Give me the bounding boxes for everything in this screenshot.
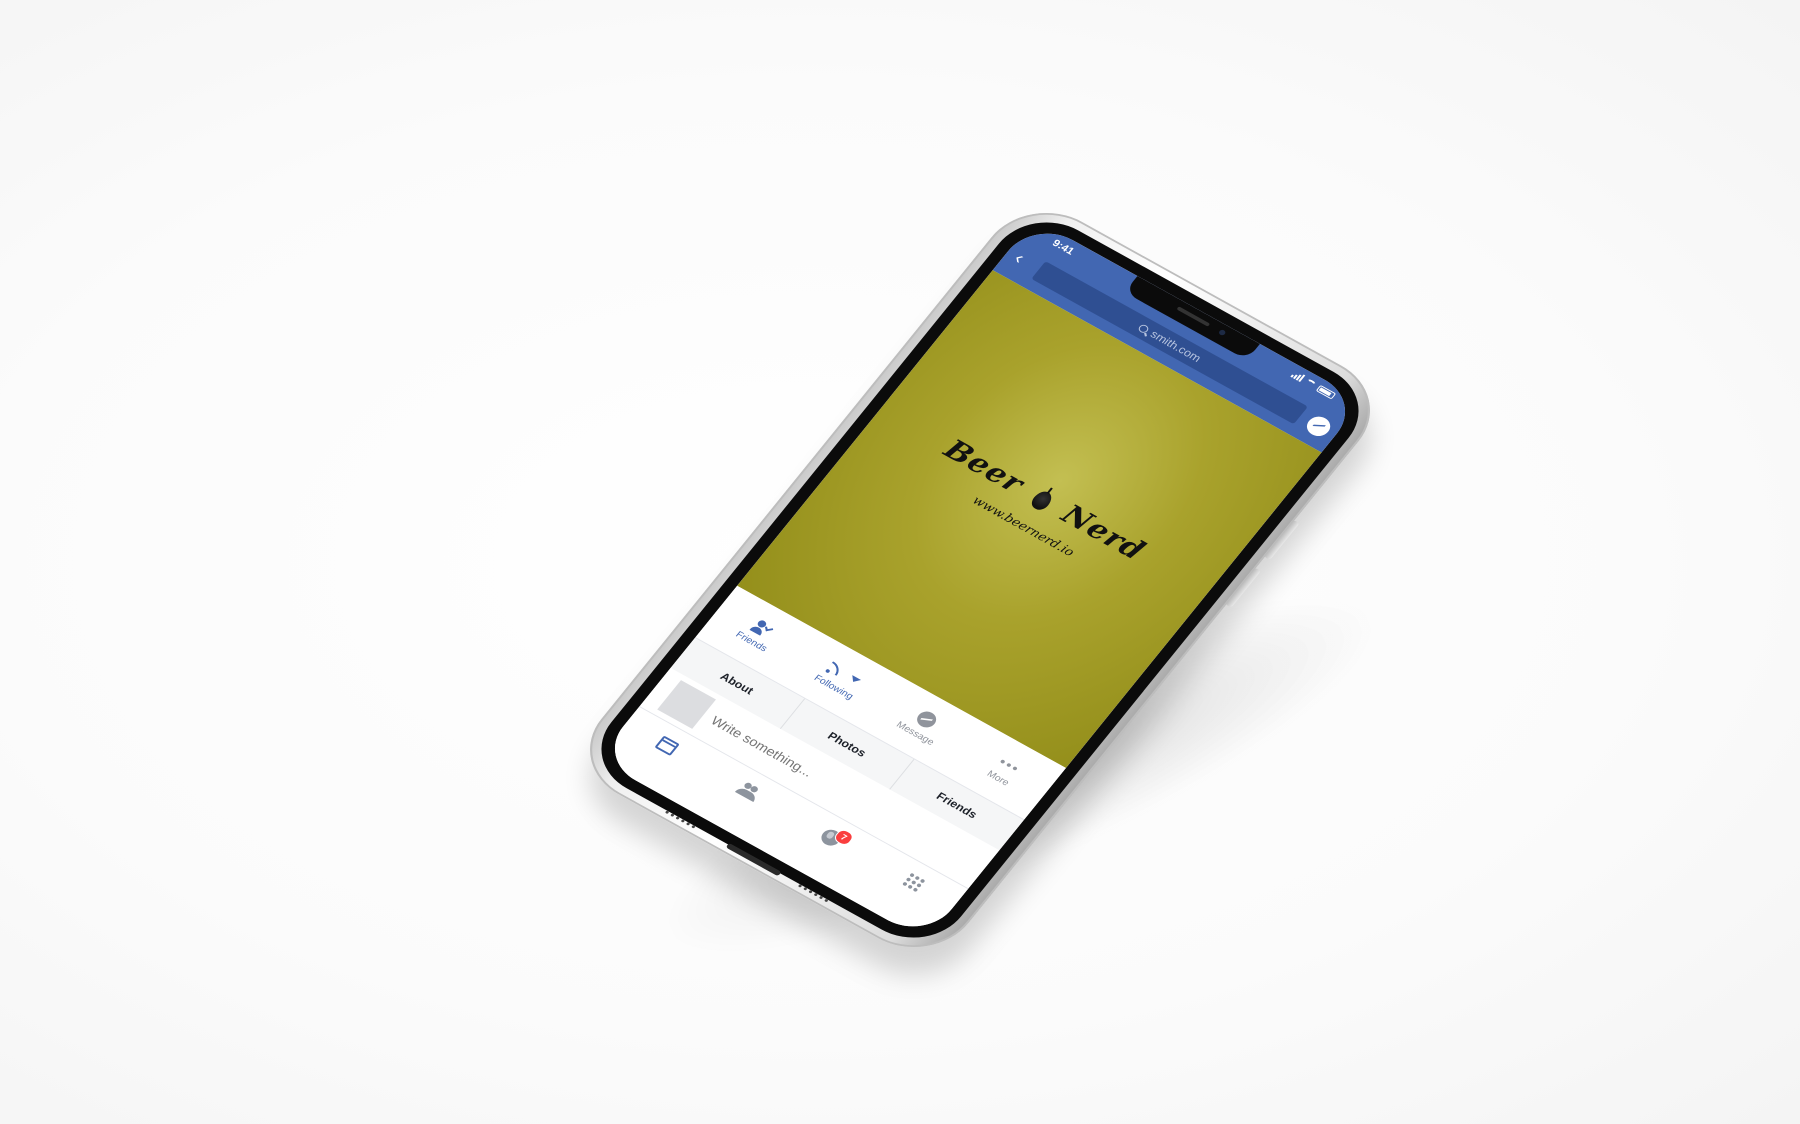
caret-down-icon (848, 675, 862, 685)
chevron-left-icon: ‹ (1009, 248, 1029, 268)
friends-check-icon (750, 618, 775, 638)
brand-logo: Beer Nerd (870, 396, 1220, 604)
messenger-icon (913, 708, 940, 731)
messenger-icon (1311, 424, 1327, 429)
hop-icon (1028, 488, 1056, 513)
wifi-icon (1304, 378, 1317, 389)
search-placeholder: smith.com (1147, 327, 1204, 365)
messenger-button[interactable] (1302, 412, 1335, 440)
cellular-signal-icon (1290, 370, 1306, 383)
nav-friends[interactable] (722, 776, 771, 813)
nav-notifications[interactable]: 7 (805, 821, 856, 858)
back-button[interactable]: ‹ (1010, 249, 1039, 274)
mockup-scene: 9:41 ‹ smith.com Beer Nerd www.beernerd.… (0, 0, 1800, 1124)
cover-url: www.beernerd.io (969, 493, 1077, 560)
menu-grid-icon (901, 872, 926, 893)
rss-icon (825, 660, 849, 679)
nav-menu[interactable] (887, 867, 936, 904)
friends-icon (735, 780, 764, 802)
search-icon (1136, 322, 1151, 334)
status-time: 9:41 (1049, 237, 1077, 258)
more-dots-icon (996, 755, 1021, 775)
battery-icon (1316, 384, 1337, 400)
news-feed-icon (654, 735, 680, 756)
front-camera (1217, 328, 1227, 337)
nav-news-feed[interactable] (640, 730, 689, 767)
